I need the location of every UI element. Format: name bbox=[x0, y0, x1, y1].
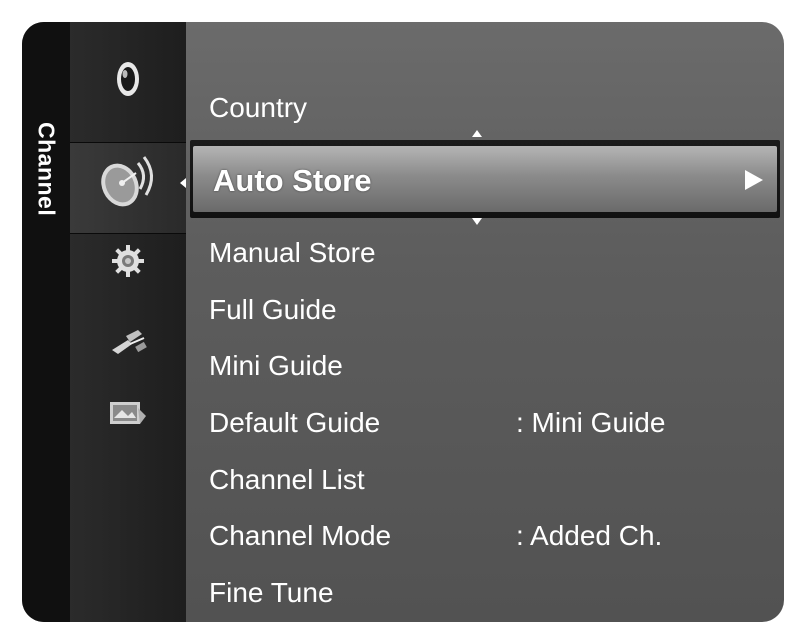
menu-item-channel-mode[interactable]: Channel Mode bbox=[209, 520, 391, 552]
menu-icon-column bbox=[70, 22, 186, 622]
tv-menu-screen: Channel Country Auto Store Manual Store … bbox=[22, 22, 784, 622]
application-icon[interactable] bbox=[108, 398, 148, 430]
menu-item-full-guide[interactable]: Full Guide bbox=[209, 294, 337, 326]
picture-icon[interactable] bbox=[115, 60, 141, 98]
channel-antenna-icon[interactable] bbox=[96, 153, 160, 213]
input-plug-icon[interactable] bbox=[108, 326, 148, 360]
channel-menu-list: Country Auto Store Manual Store Full Gui… bbox=[186, 22, 784, 622]
menu-item-fine-tune[interactable]: Fine Tune bbox=[209, 577, 334, 609]
side-tab-label: Channel bbox=[33, 122, 60, 217]
submenu-arrow-icon bbox=[745, 170, 763, 190]
menu-item-auto-store[interactable]: Auto Store bbox=[190, 140, 780, 218]
menu-item-mini-guide[interactable]: Mini Guide bbox=[209, 350, 343, 382]
scroll-up-icon bbox=[472, 130, 482, 137]
setup-gear-icon[interactable] bbox=[111, 244, 145, 278]
default-guide-value: : Mini Guide bbox=[516, 407, 666, 438]
menu-item-default-guide[interactable]: Default Guide bbox=[209, 407, 380, 439]
channel-icon-selected-slot[interactable] bbox=[70, 142, 186, 234]
menu-item-country[interactable]: Country bbox=[209, 92, 307, 124]
highlight-bar: Auto Store bbox=[193, 146, 777, 212]
channel-side-tab: Channel bbox=[22, 22, 70, 622]
menu-item-channel-list[interactable]: Channel List bbox=[209, 464, 365, 496]
scroll-down-icon bbox=[472, 218, 482, 225]
channel-mode-value: : Added Ch. bbox=[516, 520, 663, 551]
menu-item-label: Auto Store bbox=[213, 163, 372, 198]
menu-item-manual-store[interactable]: Manual Store bbox=[209, 237, 376, 269]
